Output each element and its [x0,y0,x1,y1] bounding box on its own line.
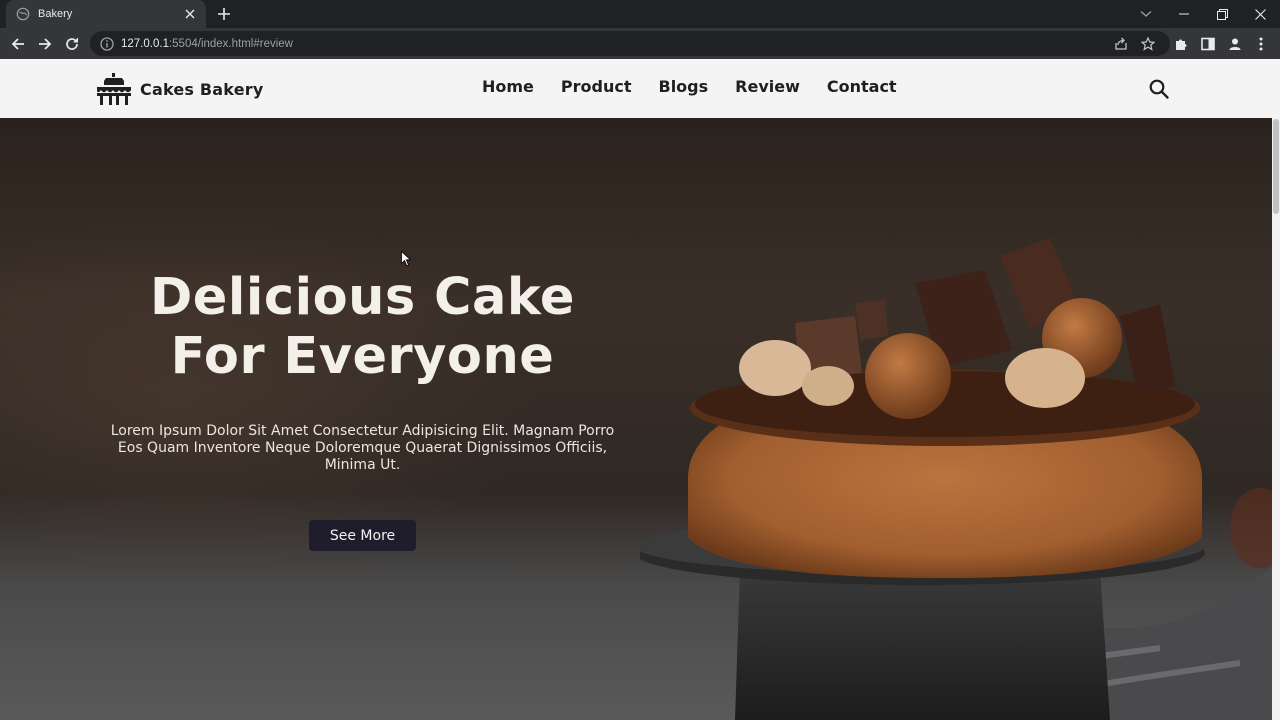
hero-title-line1: Delicious Cake [149,268,576,327]
address-bar[interactable]: 127.0.0.1:5504/index.html#review [90,31,1170,56]
profile-icon[interactable] [1225,34,1245,54]
web-page: Cakes Bakery Home Product Blogs Review C… [0,59,1280,720]
hero-section: Delicious Cake For Everyone Lorem Ipsum … [0,118,1272,720]
extensions-icon[interactable] [1171,34,1191,54]
chocolate-cake-image [640,238,1272,720]
url-host: 127.0.0.1 [121,37,169,50]
chevron-down-icon[interactable] [1127,0,1165,28]
bookmark-star-icon[interactable] [1138,34,1158,54]
side-panel-icon[interactable] [1198,34,1218,54]
scrollbar-thumb[interactable] [1273,119,1279,214]
restore-icon[interactable] [1203,0,1241,28]
hero-description: Lorem Ipsum Dolor Sit Amet Consectetur A… [110,423,615,473]
cake-icon [97,73,131,105]
share-icon[interactable] [1111,34,1131,54]
menu-dots-icon[interactable] [1251,34,1271,54]
brand-name: Cakes Bakery [140,79,264,99]
browser-tabstrip: Bakery [0,0,1280,28]
nav-home[interactable]: Home [482,77,534,96]
nav-contact[interactable]: Contact [827,77,897,96]
mouse-cursor-icon [401,251,411,267]
back-arrow-icon[interactable] [8,34,28,54]
browser-toolbar: 127.0.0.1:5504/index.html#review [0,28,1280,59]
url-text: 127.0.0.1:5504/index.html#review [121,38,293,50]
brand-logo[interactable]: Cakes Bakery [94,72,263,106]
close-icon[interactable] [182,6,198,22]
minimize-icon[interactable] [1165,0,1203,28]
window-close-icon[interactable] [1241,0,1279,28]
browser-tab[interactable]: Bakery [6,0,206,28]
hero-title: Delicious Cake For Everyone [110,268,615,386]
see-more-button[interactable]: See More [309,520,416,551]
url-path: :5504/index.html#review [168,37,293,50]
plus-icon[interactable] [215,5,233,23]
nav-review[interactable]: Review [735,77,800,96]
hero-title-line2: For Everyone [170,327,555,386]
nav-product[interactable]: Product [561,77,632,96]
info-icon[interactable] [100,36,114,51]
tab-title: Bakery [38,8,73,20]
forward-arrow-icon[interactable] [35,34,55,54]
nav-blogs[interactable]: Blogs [659,77,709,96]
reload-icon[interactable] [62,34,82,54]
search-icon[interactable] [1148,78,1170,100]
hero-text-block: Delicious Cake For Everyone Lorem Ipsum … [110,268,615,474]
globe-icon [16,7,30,21]
site-header: Cakes Bakery Home Product Blogs Review C… [0,59,1280,118]
main-nav: Home Product Blogs Review Contact [482,77,924,96]
